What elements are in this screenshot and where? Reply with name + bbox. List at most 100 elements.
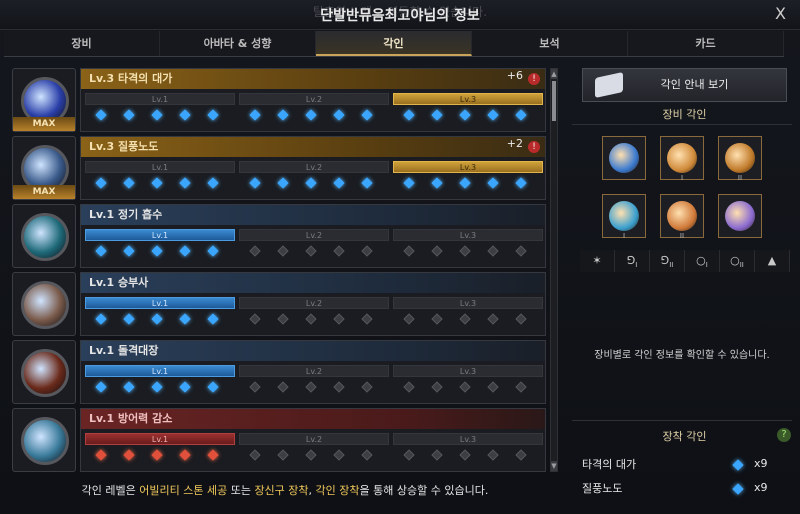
footer-text-g: 을 통해 상승할 수 있습니다. — [359, 484, 489, 497]
gem-icon — [305, 381, 317, 393]
engraving-row[interactable]: Lv.1 정기 흡수 Lv.1 Lv.2 Lv.3 — [12, 204, 546, 268]
gem-icon — [123, 449, 135, 461]
level-bars: Lv.1 Lv.2 Lv.3 — [85, 297, 543, 309]
equipped-count: x9 — [754, 457, 768, 470]
gem-icon — [333, 381, 345, 393]
level-bar: Lv.3 — [393, 161, 543, 173]
engraving-row[interactable]: MAX Lv.3 타격의 대가 +6! Lv.1 Lv.2 Lv.3 — [12, 68, 546, 132]
stone-icon[interactable]: ▲ — [755, 250, 790, 272]
equipment-slot[interactable]: II — [660, 194, 704, 240]
engraving-bonus: +6 — [506, 69, 523, 82]
profile-window: 탈출의 노래... 이동할 수 있습니다. 단발반뮤음최고야님의 정보 X 장비… — [0, 0, 800, 514]
equipment-slot[interactable]: I — [660, 136, 704, 182]
gem-icon — [487, 177, 499, 189]
tab-engraving[interactable]: 각인 — [316, 31, 472, 56]
tab-equipment[interactable]: 장비 — [4, 31, 160, 56]
ring-II-icon[interactable]: ○II — [720, 250, 755, 272]
gem-icon — [249, 109, 261, 121]
engraving-panel: Lv.3 질풍노도 +2! Lv.1 Lv.2 Lv.3 — [80, 136, 546, 200]
tab-cards[interactable]: 카드 — [628, 31, 784, 56]
tab-avatar[interactable]: 아바타 & 성향 — [160, 31, 316, 56]
equipment-slot[interactable]: II — [718, 136, 762, 182]
gem-icon — [403, 449, 415, 461]
gem-icon — [305, 449, 317, 461]
engraving-row[interactable]: Lv.1 승부사 Lv.1 Lv.2 Lv.3 — [12, 272, 546, 336]
level-bar: Lv.3 — [393, 365, 543, 377]
gem-icon — [333, 449, 345, 461]
gem-row — [85, 245, 543, 261]
engraving-name: Lv.1 방어력 감소 — [81, 409, 545, 429]
gem-icon — [487, 109, 499, 121]
gem-icon — [361, 109, 373, 121]
equipment-slot[interactable] — [718, 194, 762, 238]
level-bar: Lv.1 — [85, 365, 235, 377]
engraving-portrait — [12, 408, 76, 472]
gem-icon — [277, 449, 289, 461]
accessory-icon — [609, 143, 639, 173]
level-bar: Lv.2 — [239, 433, 389, 445]
gem-icon — [249, 381, 261, 393]
engraving-guide-button[interactable]: 각인 안내 보기 — [582, 68, 787, 102]
gem-icon — [732, 483, 744, 495]
engraving-row[interactable]: Lv.1 돌격대장 Lv.1 Lv.2 Lv.3 — [12, 340, 546, 404]
equip-engraving-header: 장비 각인 — [662, 108, 707, 121]
help-icon[interactable]: ? — [777, 428, 791, 442]
gem-icon — [179, 109, 191, 121]
gem-row — [85, 109, 543, 125]
gem-icon — [277, 109, 289, 121]
engraving-icon — [21, 281, 69, 329]
engraving-row[interactable]: MAX Lv.3 질풍노도 +2! Lv.1 Lv.2 Lv.3 — [12, 136, 546, 200]
gem-row — [85, 449, 543, 465]
gem-icon — [515, 313, 527, 325]
gem-icon — [361, 245, 373, 257]
level-bar: Lv.2 — [239, 93, 389, 105]
max-badge: MAX — [13, 117, 75, 131]
gem-icon — [95, 449, 107, 461]
necklace-icon[interactable]: ✶ — [580, 250, 615, 272]
footer-text-a: 각인 레벨은 — [81, 484, 140, 497]
warning-icon[interactable]: ! — [528, 73, 540, 85]
gem-icon — [403, 381, 415, 393]
gem-icon — [123, 381, 135, 393]
tab-gems[interactable]: 보석 — [472, 31, 628, 56]
earring-I-icon[interactable]: ⅁I — [615, 250, 650, 272]
earring-II-icon[interactable]: ⅁II — [650, 250, 685, 272]
scrollbar[interactable]: ▲ ▼ — [550, 68, 558, 472]
ring-I-icon[interactable]: ○I — [685, 250, 720, 272]
gem-icon — [361, 381, 373, 393]
engraving-icon — [21, 349, 69, 397]
gem-icon — [515, 245, 527, 257]
slot-numeral: I — [680, 174, 684, 182]
warning-icon[interactable]: ! — [528, 141, 540, 153]
close-button[interactable]: X — [775, 4, 786, 23]
equipment-slot[interactable] — [602, 136, 646, 180]
book-icon — [595, 72, 623, 98]
gem-icon — [179, 381, 191, 393]
gem-icon — [249, 313, 261, 325]
level-bar: Lv.1 — [85, 433, 235, 445]
engraving-portrait — [12, 340, 76, 404]
gem-icon — [403, 177, 415, 189]
engraving-name: Lv.1 승부사 — [81, 273, 545, 293]
scroll-thumb[interactable] — [552, 81, 556, 121]
level-bars: Lv.1 Lv.2 Lv.3 — [85, 93, 543, 105]
accessory-icon — [667, 201, 697, 231]
gem-icon — [249, 245, 261, 257]
gem-icon — [151, 109, 163, 121]
gem-icon — [487, 449, 499, 461]
gem-icon — [305, 245, 317, 257]
equipment-slot[interactable]: I — [602, 194, 646, 240]
gem-icon — [207, 109, 219, 121]
level-bar: Lv.3 — [393, 433, 543, 445]
gem-icon — [459, 381, 471, 393]
level-bar: Lv.3 — [393, 297, 543, 309]
gem-icon — [459, 177, 471, 189]
scroll-down-icon[interactable]: ▼ — [551, 461, 557, 471]
engraving-row[interactable]: Lv.1 방어력 감소 Lv.1 Lv.2 Lv.3 — [12, 408, 546, 472]
gem-icon — [207, 177, 219, 189]
gem-icon — [515, 177, 527, 189]
slot-filter-row: ✶ ⅁I ⅁II ○I ○II ▲ — [580, 250, 790, 272]
accessory-icon — [667, 143, 697, 173]
scroll-up-icon[interactable]: ▲ — [551, 69, 557, 79]
gem-icon — [179, 313, 191, 325]
